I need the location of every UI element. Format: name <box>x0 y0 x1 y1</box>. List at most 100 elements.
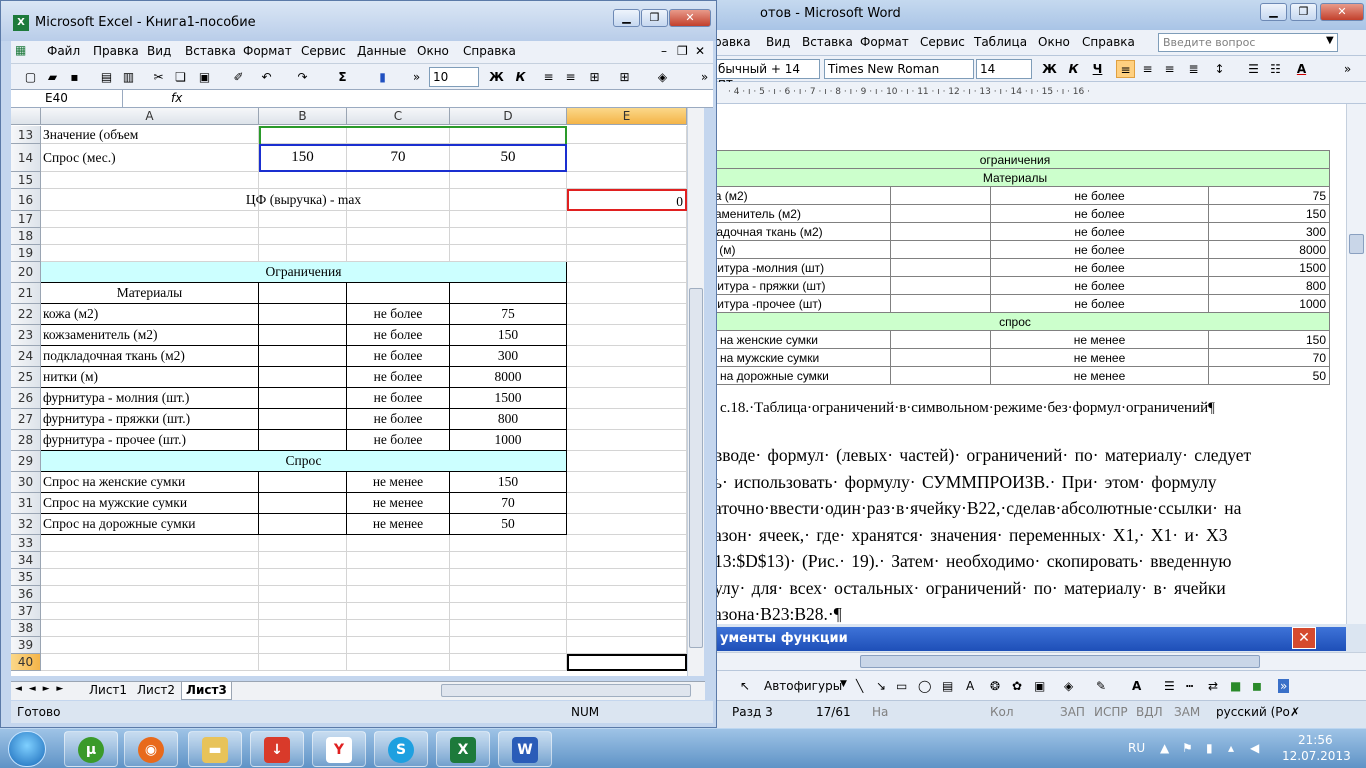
taskbar-word[interactable]: W <box>498 731 552 767</box>
excel-menu-edit[interactable]: Правка <box>93 44 139 58</box>
row-header[interactable]: 28 <box>11 430 41 451</box>
materials-header[interactable]: Материалы <box>41 283 259 304</box>
cell[interactable] <box>41 172 259 189</box>
cell[interactable] <box>450 552 567 569</box>
cell[interactable] <box>567 211 687 228</box>
objective-cell[interactable]: 0 <box>567 189 687 211</box>
cell[interactable] <box>259 654 347 671</box>
demand-value[interactable]: 150 <box>450 472 567 493</box>
cell[interactable] <box>41 552 259 569</box>
oval-icon[interactable]: ◯ <box>918 679 931 693</box>
row-header[interactable]: 23 <box>11 325 41 346</box>
cell[interactable] <box>347 654 450 671</box>
demand-value[interactable]: 50 <box>450 514 567 535</box>
cell[interactable] <box>450 283 567 304</box>
constraint-relation[interactable]: не более <box>347 346 450 367</box>
line-style-icon[interactable]: ☰ <box>1164 679 1175 693</box>
cell[interactable] <box>567 228 687 245</box>
fx-icon[interactable]: fx <box>171 91 182 105</box>
excel-menu-data[interactable]: Данные <box>357 44 406 58</box>
variables-range[interactable] <box>259 126 567 144</box>
cell[interactable] <box>259 172 347 189</box>
shadow-icon[interactable]: ■ <box>1230 679 1241 693</box>
toolbar-options-icon[interactable]: » <box>1278 679 1290 693</box>
word-menu-view[interactable]: Вид <box>766 35 790 49</box>
demand-relation[interactable]: не менее <box>347 493 450 514</box>
cell[interactable] <box>41 245 259 262</box>
cell-a14[interactable]: Спрос (мес.) <box>41 144 259 172</box>
chevron-down-icon[interactable]: ▼ <box>1326 35 1334 46</box>
cell[interactable] <box>259 637 347 654</box>
taskbar-firefox[interactable]: ◉ <box>124 731 178 767</box>
excel-menu-format[interactable]: Формат <box>243 44 292 58</box>
cell[interactable] <box>347 552 450 569</box>
status-track[interactable]: ИСПР <box>1094 705 1128 719</box>
demand-value[interactable]: 70 <box>450 493 567 514</box>
constraint-relation[interactable]: не более <box>347 325 450 346</box>
word-menu-help[interactable]: Справка <box>1082 35 1135 49</box>
demand-lhs[interactable] <box>259 514 347 535</box>
cell[interactable] <box>450 637 567 654</box>
line-color-icon[interactable]: ✎ <box>1096 679 1106 693</box>
cell[interactable] <box>41 654 259 671</box>
constraint-name[interactable]: кожзаменитель (м2) <box>41 325 259 346</box>
cell[interactable] <box>567 535 687 552</box>
constraint-value[interactable]: 150 <box>450 325 567 346</box>
cell[interactable] <box>450 211 567 228</box>
word-menu-format[interactable]: Формат <box>860 35 909 49</box>
row-header[interactable]: 21 <box>11 283 41 304</box>
word-menu-table[interactable]: Таблица <box>974 35 1027 49</box>
align-left-icon[interactable]: ≡ <box>539 68 558 86</box>
demand-lhs[interactable] <box>259 493 347 514</box>
row-header[interactable]: 15 <box>11 172 41 189</box>
font-color-icon[interactable]: A <box>1292 60 1311 78</box>
align-center-icon[interactable]: ≡ <box>1138 60 1157 78</box>
constraint-value[interactable]: 1000 <box>450 430 567 451</box>
cell[interactable] <box>450 535 567 552</box>
flag-icon[interactable]: ⚑ <box>1182 741 1193 755</box>
constraint-relation[interactable]: не более <box>347 367 450 388</box>
cell[interactable] <box>347 172 450 189</box>
language-indicator[interactable]: RU <box>1128 741 1145 755</box>
constraint-lhs[interactable] <box>259 388 347 409</box>
align-center-icon[interactable]: ≡ <box>561 68 580 86</box>
cell[interactable] <box>567 172 687 189</box>
constraint-value[interactable]: 800 <box>450 409 567 430</box>
cell[interactable] <box>41 637 259 654</box>
excel-doc-icon[interactable]: ▦ <box>15 43 26 57</box>
row-header[interactable]: 27 <box>11 409 41 430</box>
row-header[interactable]: 16 <box>11 189 41 211</box>
format-painter-icon[interactable]: ✐ <box>229 68 248 86</box>
scroll-thumb[interactable] <box>689 288 703 648</box>
start-button[interactable] <box>8 731 46 767</box>
close-icon[interactable]: ✕ <box>1292 627 1316 649</box>
align-left-icon[interactable]: ≡ <box>1116 60 1135 78</box>
constraint-value[interactable]: 75 <box>450 304 567 325</box>
objective-label[interactable]: ЦФ (выручка) - max <box>41 189 567 211</box>
cell[interactable] <box>347 637 450 654</box>
new-icon[interactable]: ▢ <box>21 68 40 86</box>
clock-time[interactable]: 21:56 <box>1298 733 1333 747</box>
row-header[interactable]: 34 <box>11 552 41 569</box>
row-header[interactable]: 18 <box>11 228 41 245</box>
cell[interactable] <box>567 472 687 493</box>
cell[interactable] <box>41 603 259 620</box>
row-header[interactable]: 22 <box>11 304 41 325</box>
demand-lhs[interactable] <box>259 472 347 493</box>
toolbar-options-icon[interactable]: » <box>1338 60 1357 78</box>
word-menu-insert[interactable]: Вставка <box>802 35 853 49</box>
word-ask-question-input[interactable]: Введите вопрос <box>1158 33 1338 52</box>
row-header[interactable]: 37 <box>11 603 41 620</box>
tab-sheet3[interactable]: Лист3 <box>181 682 232 700</box>
autosum-icon[interactable]: Σ <box>333 68 352 86</box>
autoshapes-menu[interactable]: Автофигуры <box>764 679 842 693</box>
word-menu-window[interactable]: Окно <box>1038 35 1070 49</box>
cell[interactable] <box>567 144 687 172</box>
excel-menu-help[interactable]: Справка <box>463 44 516 58</box>
column-header-b[interactable]: B <box>259 108 347 125</box>
row-header[interactable]: 29 <box>11 451 41 472</box>
doc-minimize-icon[interactable]: – <box>661 44 667 58</box>
clock-date[interactable]: 12.07.2013 <box>1282 749 1351 763</box>
cell[interactable] <box>567 552 687 569</box>
cell[interactable] <box>567 586 687 603</box>
